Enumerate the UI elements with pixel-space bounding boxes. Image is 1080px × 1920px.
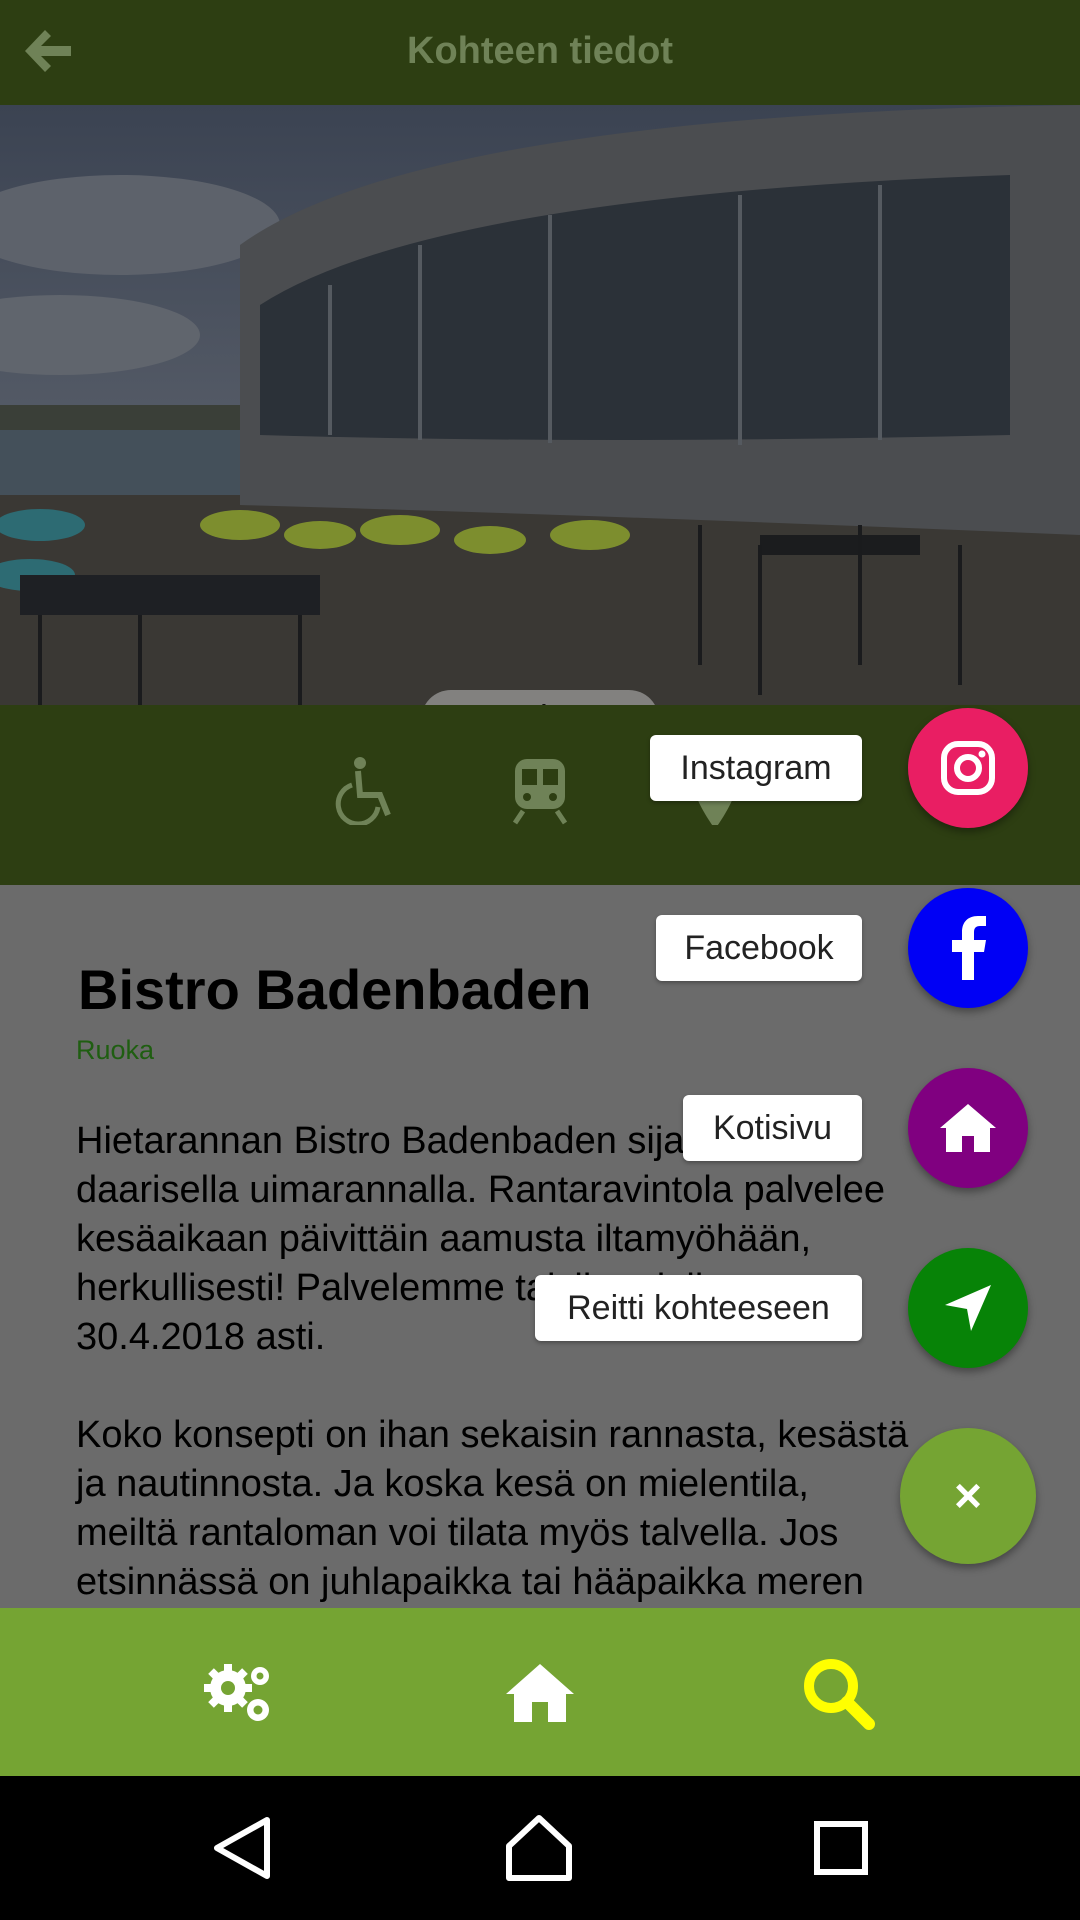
settings-tab[interactable] xyxy=(195,1648,285,1738)
home-outline-icon xyxy=(506,1815,572,1881)
navigation-arrow-icon xyxy=(945,1285,991,1331)
back-triangle-icon xyxy=(214,1817,270,1879)
website-label[interactable]: Kotisivu xyxy=(683,1095,862,1161)
photo-carousel[interactable]: 2 / 3 xyxy=(0,105,1080,705)
system-back-button[interactable] xyxy=(205,1812,277,1884)
website-button[interactable] xyxy=(908,1068,1028,1188)
search-tab[interactable] xyxy=(793,1648,883,1738)
route-button[interactable] xyxy=(908,1248,1028,1368)
bottom-navigation xyxy=(0,1608,1080,1776)
restaurant-photo xyxy=(0,105,1080,705)
speed-dial-close-button[interactable]: × xyxy=(900,1428,1036,1564)
facebook-label[interactable]: Facebook xyxy=(656,915,862,981)
place-title: Bistro Badenbaden xyxy=(78,958,592,1021)
home-icon xyxy=(940,1104,996,1152)
train-icon xyxy=(505,755,575,825)
photo-pager: 2 / 3 xyxy=(421,690,659,705)
close-icon: × xyxy=(953,1469,983,1523)
page-title: Kohteen tiedot xyxy=(407,30,673,72)
system-home-button[interactable] xyxy=(503,1812,575,1884)
instagram-label[interactable]: Instagram xyxy=(650,735,862,801)
search-icon xyxy=(804,1659,875,1730)
home-tab[interactable] xyxy=(495,1648,585,1738)
system-navigation-bar xyxy=(0,1776,1080,1920)
wheelchair-icon xyxy=(332,755,402,827)
instagram-button[interactable] xyxy=(908,708,1028,828)
home-icon xyxy=(506,1664,574,1722)
facebook-button[interactable] xyxy=(908,888,1028,1008)
recents-square-icon xyxy=(814,1821,868,1875)
facebook-icon xyxy=(952,916,986,980)
instagram-icon xyxy=(941,741,995,795)
place-category: Ruoka xyxy=(76,1035,155,1065)
system-recents-button[interactable] xyxy=(805,1812,877,1884)
route-label[interactable]: Reitti kohteeseen xyxy=(535,1275,862,1341)
app-bar: Kohteen tiedot xyxy=(0,0,1080,105)
place-description: Hietarannan Bistro Badenbaden sijaitsee … xyxy=(76,1120,909,1603)
settings-gears-icon xyxy=(204,1664,269,1721)
